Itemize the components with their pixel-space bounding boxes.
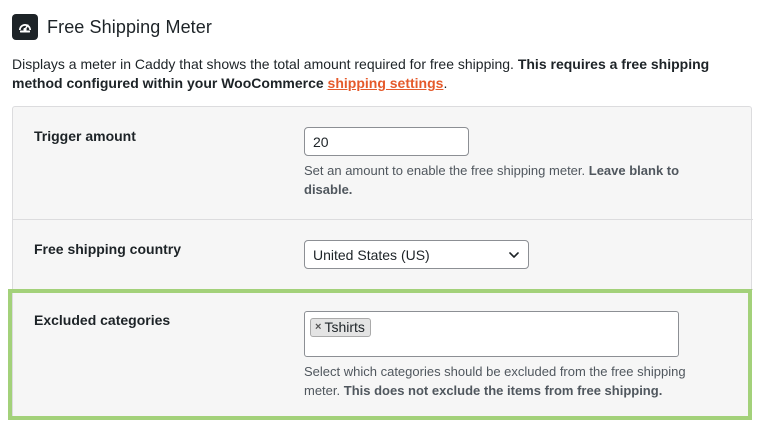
speedometer-icon xyxy=(12,14,38,40)
trigger-amount-help: Set an amount to enable the free shippin… xyxy=(304,161,724,199)
shipping-settings-link[interactable]: shipping settings xyxy=(328,75,444,91)
section-description: Displays a meter in Caddy that shows the… xyxy=(12,55,752,93)
free-shipping-country-label: Free shipping country xyxy=(34,241,182,257)
excluded-help-bold: This does not exclude the items from fre… xyxy=(343,383,663,398)
row-divider xyxy=(13,289,753,290)
section-header: Free Shipping Meter xyxy=(12,14,212,40)
remove-tag-icon[interactable]: × xyxy=(315,321,321,333)
trigger-help-text: Set an amount to enable the free shippin… xyxy=(304,163,589,178)
settings-page: Free Shipping Meter Displays a meter in … xyxy=(0,0,766,433)
excluded-categories-help: Select which categories should be exclud… xyxy=(304,362,724,400)
category-tag-label: Tshirts xyxy=(324,319,365,335)
country-selected-value: United States (US) xyxy=(313,246,430,263)
description-text: Displays a meter in Caddy that shows the… xyxy=(12,56,518,72)
excluded-categories-select[interactable]: × Tshirts xyxy=(304,311,679,357)
excluded-categories-label: Excluded categories xyxy=(34,312,171,328)
trigger-amount-label: Trigger amount xyxy=(34,128,136,144)
section-title: Free Shipping Meter xyxy=(47,16,212,37)
trigger-amount-input[interactable] xyxy=(304,127,469,156)
chevron-down-icon xyxy=(509,252,519,258)
settings-panel: Trigger amount Set an amount to enable t… xyxy=(12,106,753,420)
row-divider xyxy=(13,219,753,220)
description-trailing: . xyxy=(443,75,448,91)
country-select[interactable]: United States (US) xyxy=(304,240,529,269)
category-tag: × Tshirts xyxy=(310,317,371,337)
